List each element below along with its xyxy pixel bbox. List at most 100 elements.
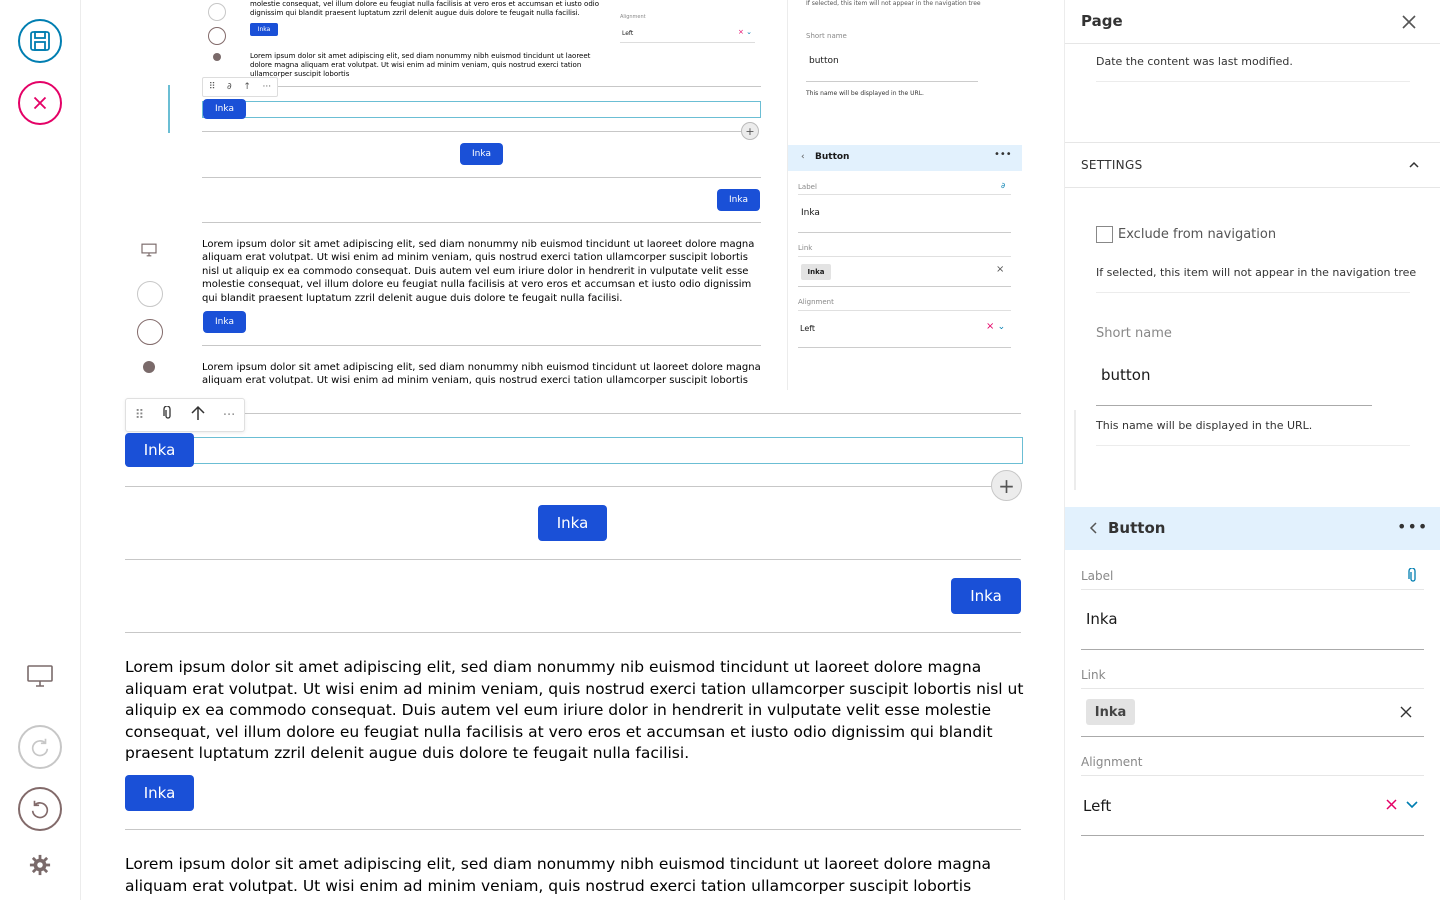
link-icon[interactable]: [162, 405, 174, 424]
nested-long-paragraph: Lorem ipsum dolor sit amet adipiscing el…: [202, 239, 755, 304]
undo-button[interactable]: [18, 787, 62, 831]
close-icon: [1400, 706, 1412, 718]
nested-link-icon: ∂: [227, 82, 232, 92]
settings-button[interactable]: [18, 843, 62, 887]
sidebar-header: Page: [1065, 0, 1440, 44]
nested-link-icon-2: ∂: [1001, 181, 1006, 190]
nested-sidebar-align-label: Alignment: [798, 298, 834, 306]
paragraph-short[interactable]: Lorem ipsum dolor sit amet adipiscing el…: [125, 854, 1025, 897]
nested-more-icon: ···: [262, 82, 272, 92]
chevron-down-icon: [1406, 801, 1418, 809]
nested-sidebar-align-value: Left: [800, 324, 816, 333]
nested-block-toolbar: ⠿ ∂ ↑ ···: [202, 77, 278, 97]
undo-icon: [31, 800, 49, 819]
cancel-button[interactable]: [18, 81, 62, 125]
nested-preview: molestie consequat, vel illum dolore eu …: [82, 0, 1064, 390]
alignment-field-label: Alignment: [1081, 755, 1143, 769]
nested-short-paragraph: Lorem ipsum dolor sit amet adipiscing el…: [202, 362, 761, 387]
nested-selected-block: [202, 101, 761, 118]
nested-inka-button-center: Inka: [460, 143, 503, 165]
nested-mini-clear-icon: × ⌄: [738, 28, 752, 36]
nested-arrow-up-icon: ↑: [243, 82, 251, 92]
block-title: Button: [1108, 519, 1166, 537]
nested-gear-icon-lg: [143, 361, 155, 373]
gear-icon: [29, 854, 51, 876]
inka-button-right[interactable]: Inka: [951, 578, 1021, 614]
nested-inka-button-right: Inka: [717, 189, 760, 211]
editor-canvas: molestie consequat, vel illum dolore eu …: [82, 0, 1064, 900]
block-more-button[interactable]: •••: [1397, 517, 1428, 536]
nested-sidebar: If selected, this item will not appear i…: [787, 0, 1022, 390]
link-field-label: Link: [1081, 668, 1106, 682]
nested-redo-icon-lg: [137, 281, 163, 307]
inka-button-paragraph[interactable]: Inka: [125, 775, 194, 811]
clear-alignment-button[interactable]: [1385, 796, 1398, 815]
sidebar-title: Page: [1081, 12, 1123, 30]
block-header: Button •••: [1065, 507, 1440, 550]
settings-section-header[interactable]: SETTINGS: [1065, 142, 1440, 188]
plus-icon: +: [998, 473, 1015, 498]
save-button[interactable]: [18, 19, 62, 63]
nested-sidebar-tree-text: If selected, this item will not appear i…: [806, 0, 981, 7]
nested-sidebar-link-label: Link: [798, 244, 813, 252]
save-icon: [30, 31, 50, 51]
more-horizontal-icon: •••: [1397, 517, 1429, 536]
inka-button-left-selected[interactable]: Inka: [125, 433, 194, 467]
nested-mini-panel: Alignment Left × ⌄: [612, 0, 762, 70]
chevron-left-icon: [1089, 522, 1097, 534]
nested-paragraph: Lorem ipsum dolor sit amet adipiscing el…: [250, 52, 591, 78]
nested-undo-icon-lg: [137, 319, 163, 345]
nested-sidebar-block-title: Button: [815, 152, 850, 162]
modified-help-text: Date the content was last modified.: [1096, 55, 1293, 68]
nested-undo-icon: [208, 27, 226, 45]
nested-close-icon: ×: [996, 264, 1005, 275]
nested-more-icon-2: •••: [994, 149, 1012, 160]
close-sidebar-button[interactable]: [1399, 12, 1419, 32]
nested-redo-icon: [208, 3, 226, 21]
link-input[interactable]: Inka: [1081, 689, 1424, 737]
nested-sidebar-label-value: Inka: [801, 208, 820, 218]
nested-gear-icon: [213, 53, 221, 61]
block-toolbar: ⠿ ···: [125, 398, 245, 432]
add-block-button[interactable]: +: [991, 470, 1022, 501]
alignment-dropdown-button[interactable]: [1405, 796, 1419, 815]
nested-inka-button-para: Inka: [203, 311, 246, 333]
nested-add-block-icon: +: [741, 122, 759, 140]
exclude-navigation-checkbox[interactable]: [1096, 226, 1113, 243]
redo-icon: [31, 738, 49, 757]
label-value: Inka: [1086, 610, 1118, 628]
short-name-input[interactable]: button: [1096, 352, 1372, 406]
label-link-button[interactable]: [1407, 567, 1419, 588]
selected-button-block[interactable]: [125, 437, 1023, 464]
nested-sidebar-block-header: ‹ Button •••: [788, 145, 1022, 171]
close-icon: [1402, 15, 1416, 29]
nested-drag-icon: ⠿: [208, 82, 216, 92]
nested-mini-alignment-label: Alignment: [620, 14, 646, 20]
paragraph-long[interactable]: Lorem ipsum dolor sit amet adipiscing el…: [125, 657, 1025, 765]
back-button[interactable]: [1087, 520, 1099, 540]
nested-mini-left: Left: [622, 30, 634, 37]
alignment-select[interactable]: Left: [1081, 776, 1424, 836]
nested-display-icon: [140, 242, 158, 261]
remove-link-button[interactable]: [1399, 704, 1413, 723]
nested-top-text: molestie consequat, vel illum dolore eu …: [250, 0, 600, 17]
more-icon[interactable]: ···: [223, 408, 235, 423]
label-input[interactable]: Inka: [1081, 594, 1424, 650]
exclude-navigation-label: Exclude from navigation: [1118, 227, 1277, 242]
nested-sidebar-label-label: Label: [798, 183, 817, 191]
nested-inka-button: Inka: [250, 23, 278, 36]
drag-handle-icon[interactable]: ⠿: [135, 408, 145, 423]
nested-sidebar-link-chip: Inka: [801, 264, 831, 280]
properties-sidebar: Page Date the content was last modified.…: [1064, 0, 1440, 900]
arrow-up-icon[interactable]: [191, 405, 205, 425]
clear-icon: [1386, 799, 1397, 810]
redo-button[interactable]: [18, 725, 62, 769]
nested-clear-icon: × ⌄: [986, 321, 1006, 332]
link-chip[interactable]: Inka: [1086, 699, 1135, 725]
display-button[interactable]: [18, 654, 62, 698]
settings-title: SETTINGS: [1081, 158, 1143, 172]
chevron-up-icon: [1407, 157, 1421, 176]
inka-button-center[interactable]: Inka: [538, 505, 607, 541]
display-icon: [27, 665, 53, 687]
nested-back-icon: ‹: [801, 152, 805, 162]
